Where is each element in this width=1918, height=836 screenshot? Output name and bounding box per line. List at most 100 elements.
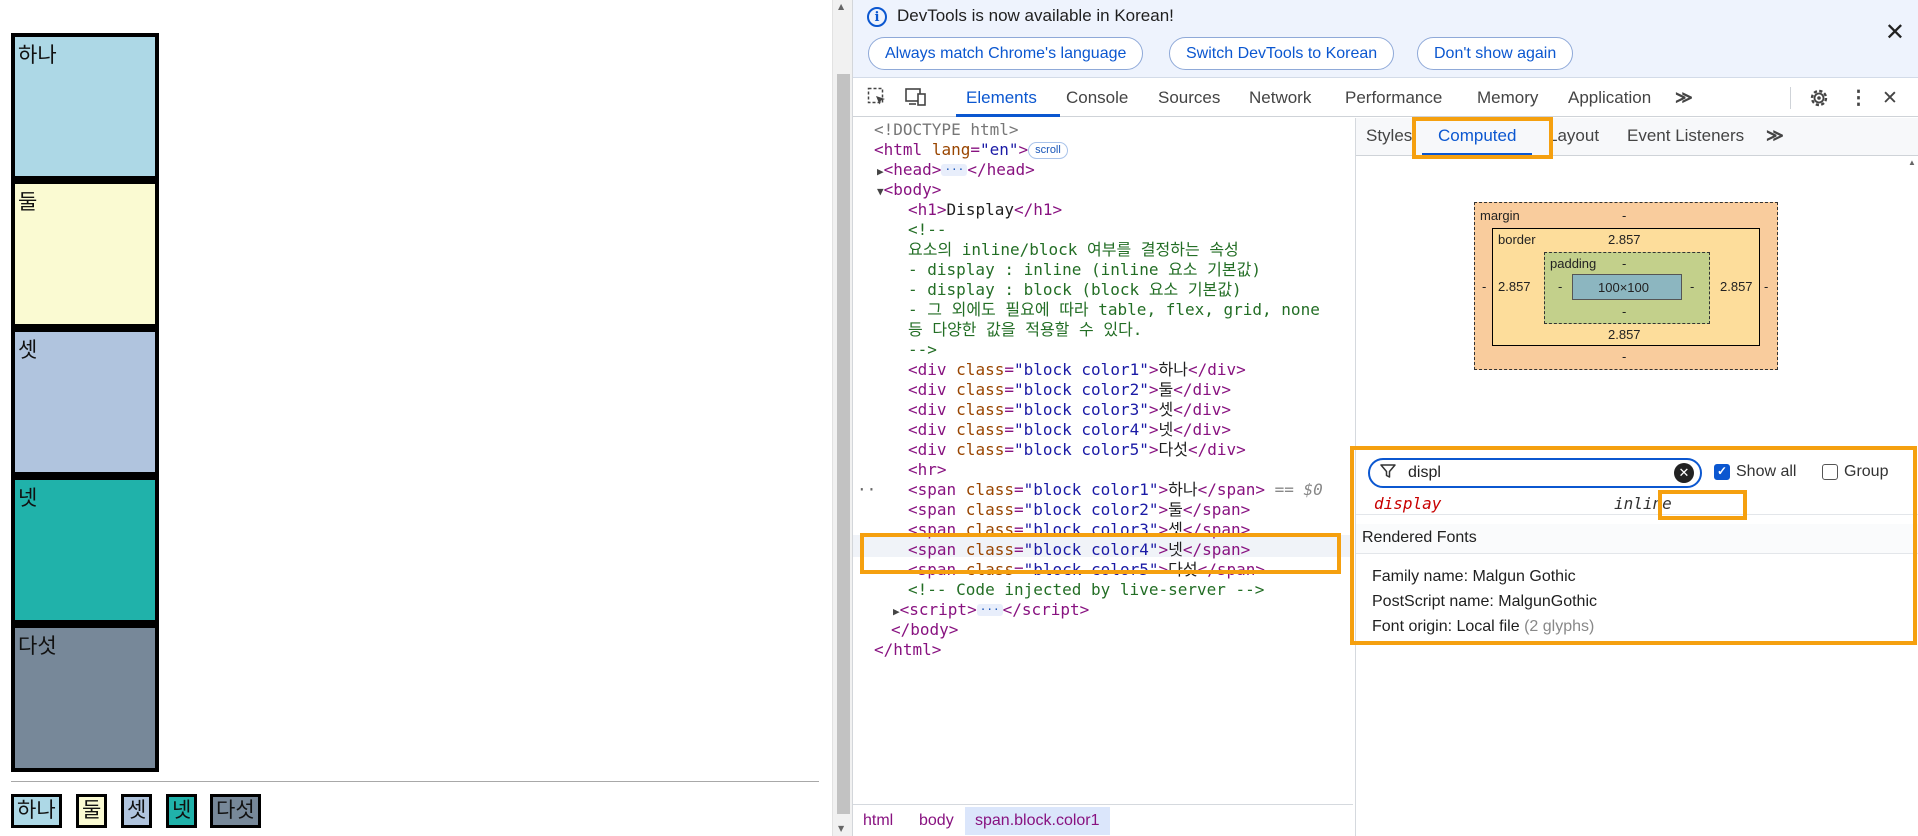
h1-text: Display (946, 200, 1014, 219)
block-div-5: 다섯 (11, 624, 159, 772)
infobar-close-icon[interactable]: ✕ (1885, 18, 1905, 47)
comment-line[interactable]: <!-- (908, 220, 947, 240)
breadcrumb-span[interactable]: span.block.color1 (965, 807, 1110, 835)
computed-pane: Styles Computed Layout Event Listeners ≫… (1355, 118, 1918, 836)
html-close-node[interactable]: </html> (874, 640, 941, 660)
span-node-2[interactable]: <span class="block color2">둘</span> (908, 500, 1250, 520)
group-label[interactable]: Group (1844, 463, 1888, 481)
scroll-up-arrow-icon[interactable]: ▲ (1908, 158, 1916, 167)
page-scroll-thumb[interactable] (837, 74, 850, 814)
tab-elements[interactable]: Elements (966, 88, 1037, 108)
body-close-node[interactable]: </body> (891, 620, 958, 640)
script-close-tag-name: script (1021, 600, 1080, 619)
injected-comment-node[interactable]: <!-- Code injected by live-server --> (908, 580, 1264, 600)
group-checkbox[interactable] (1822, 464, 1838, 480)
hr-tag-name: hr (917, 460, 937, 479)
div-node-4[interactable]: <div class="block color4">넷</div> (908, 420, 1231, 440)
breadcrumb-body[interactable]: body (919, 812, 954, 830)
tab-computed[interactable]: Computed (1438, 126, 1516, 146)
settings-gear-icon[interactable] (1808, 87, 1830, 115)
padding-label: padding (1550, 256, 1597, 271)
span-node-4[interactable]: <span class="block color4">넷</span> (908, 540, 1250, 560)
span-node-5[interactable]: <span class="block color5">다섯</span> (908, 560, 1265, 580)
clear-filter-icon[interactable]: ✕ (1674, 463, 1694, 483)
html-tag-name: html (883, 140, 923, 159)
tab-application[interactable]: Application (1568, 88, 1651, 108)
tab-layout[interactable]: Layout (1548, 126, 1599, 146)
div-node-3[interactable]: <div class="block color3">셋</div> (908, 400, 1231, 420)
doctype-node[interactable]: <!DOCTYPE html> (874, 120, 1019, 140)
filter-funnel-icon (1380, 463, 1396, 484)
span-4-text: 넷 (1168, 540, 1183, 559)
show-all-checkbox[interactable]: ✓ (1714, 464, 1730, 480)
comment-line[interactable]: - display : block (block 요소 기본값) (908, 280, 1242, 300)
tab-console[interactable]: Console (1066, 88, 1128, 108)
devtools-panel: i DevTools is now available in Korean! ✕… (852, 0, 1918, 836)
html-node[interactable]: <html lang="en"> scroll (874, 140, 1068, 160)
block-div-2: 둘 (11, 180, 159, 328)
border-left-value: 2.857 (1498, 279, 1531, 294)
border-right-value: 2.857 (1720, 279, 1753, 294)
div-node-1[interactable]: <div class="block color1">하나</div> (908, 360, 1246, 380)
doctype-text: <!DOCTYPE html> (874, 120, 1019, 139)
div-3-text: 셋 (1158, 400, 1174, 419)
margin-left-value: - (1482, 279, 1487, 294)
span-2-class-value: "block color2" (1023, 500, 1159, 519)
collapsed-ellipsis-icon[interactable]: ··· (976, 604, 1003, 616)
tab-memory[interactable]: Memory (1477, 88, 1538, 108)
dont-show-again-button[interactable]: Don't show again (1417, 37, 1574, 70)
scroll-up-arrow-icon[interactable]: ▲ (838, 2, 844, 11)
scroll-down-arrow-icon[interactable]: ▼ (838, 824, 844, 833)
span-node-3[interactable]: <span class="block color3">셋</span> (908, 520, 1250, 540)
tab-network[interactable]: Network (1249, 88, 1311, 108)
collapse-triangle-icon[interactable]: ▼ (877, 185, 884, 198)
div-node-2[interactable]: <div class="block color2">둘</div> (908, 380, 1231, 400)
show-all-label[interactable]: Show all (1736, 463, 1796, 481)
computed-filter-input[interactable]: displ ✕ (1368, 458, 1702, 488)
comment-line[interactable]: 등 다양한 값을 적용할 수 있다. (908, 320, 1142, 340)
tab-performance[interactable]: Performance (1345, 88, 1442, 108)
scroll-badge[interactable]: scroll (1028, 142, 1068, 159)
rendered-fonts-title: Rendered Fonts (1362, 529, 1477, 546)
match-language-button[interactable]: Always match Chrome's language (868, 37, 1144, 70)
more-options-kebab-icon[interactable]: ⋮ (1849, 87, 1868, 110)
expand-triangle-icon[interactable]: ▶ (877, 165, 884, 178)
h1-node[interactable]: <h1>Display</h1> (908, 200, 1062, 220)
page-scrollbar[interactable]: ▲ ▼ (832, 0, 852, 836)
font-family-name: Family name: Malgun Gothic (1372, 568, 1576, 585)
div-4-text: 넷 (1158, 420, 1174, 439)
padding-bottom-value: - (1622, 304, 1627, 319)
tab-sources[interactable]: Sources (1158, 88, 1220, 108)
active-tab-indicator (956, 114, 1060, 117)
block-div-1: 하나 (11, 33, 159, 180)
content-size-value: 100×100 (1598, 280, 1649, 295)
comment-line[interactable]: - 그 외에도 필요에 따라 table, flex, grid, none (908, 300, 1320, 320)
computed-property-row[interactable]: display inline (1356, 493, 1918, 515)
head-close-tag-name: head (986, 160, 1026, 179)
inspect-element-icon[interactable] (867, 87, 887, 113)
expand-triangle-icon[interactable]: ▶ (893, 605, 900, 618)
switch-to-korean-button[interactable]: Switch DevTools to Korean (1169, 37, 1395, 70)
device-toolbar-icon[interactable] (905, 87, 927, 113)
comment-line[interactable]: - display : inline (inline 요소 기본값) (908, 260, 1261, 280)
div-2-class-value: "block color2" (1013, 380, 1149, 399)
side-tabs: Styles Computed Layout Event Listeners ≫ (1356, 118, 1918, 156)
div-node-5[interactable]: <div class="block color5">다섯</div> (908, 440, 1246, 460)
body-node[interactable]: ▼<body> (877, 180, 941, 202)
head-node[interactable]: ▶<head> ··· </head> (877, 160, 1035, 182)
font-origin: Font origin: Local file (2 glyphs) (1372, 618, 1594, 636)
body-close-tag-name: body (910, 620, 949, 639)
more-side-tabs-chevron-icon[interactable]: ≫ (1766, 126, 1784, 146)
hr-node[interactable]: <hr> (908, 460, 947, 480)
comment-line[interactable]: 요소의 inline/block 여부를 결정하는 속성 (908, 240, 1239, 260)
tab-event-listeners[interactable]: Event Listeners (1627, 126, 1744, 146)
toolbar-separator (1790, 87, 1791, 109)
comment-line[interactable]: --> (908, 340, 937, 360)
span-node-1[interactable]: <span class="block color1">하나</span> == … (908, 480, 1323, 500)
close-devtools-icon[interactable]: ✕ (1882, 87, 1898, 110)
more-tabs-chevron-icon[interactable]: ≫ (1675, 88, 1693, 108)
script-node[interactable]: ▶<script> ··· </script> (893, 600, 1089, 622)
tab-styles[interactable]: Styles (1366, 126, 1412, 146)
collapsed-ellipsis-icon[interactable]: ··· (941, 164, 968, 176)
breadcrumb-html[interactable]: html (863, 812, 893, 830)
